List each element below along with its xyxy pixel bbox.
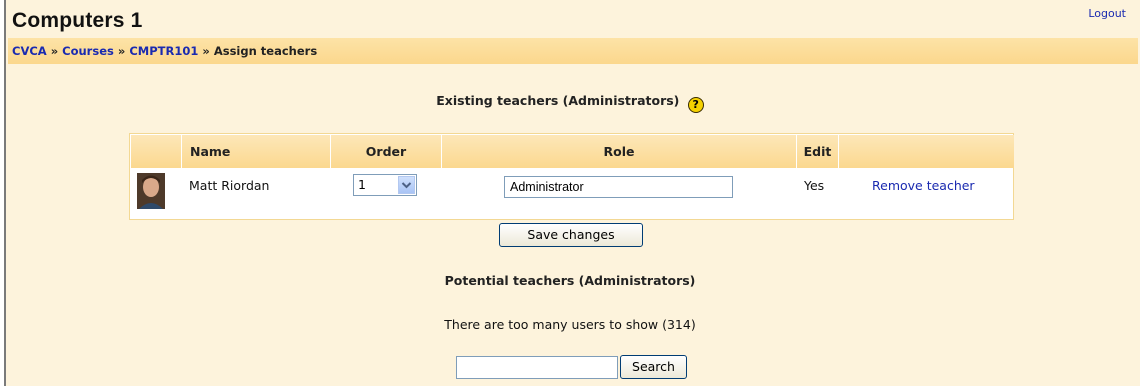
- avatar: [137, 173, 165, 209]
- breadcrumb-current: Assign teachers: [213, 44, 318, 58]
- search-button[interactable]: Search: [620, 355, 687, 379]
- avatar-photo: [137, 173, 165, 209]
- teacher-name: Matt Riordan: [189, 178, 270, 193]
- help-icon[interactable]: ?: [687, 97, 704, 113]
- existing-teachers-title: Existing teachers (Administrators): [436, 93, 680, 108]
- header-name: Name: [182, 135, 331, 168]
- breadcrumb-course[interactable]: CMPTR101: [129, 44, 198, 58]
- edit-value: Yes: [804, 178, 825, 193]
- site-title: Computers 1: [12, 9, 143, 32]
- header-picture-cell: [131, 135, 182, 168]
- breadcrumb-cvca[interactable]: CVCA: [12, 44, 47, 58]
- too-many-users-message: There are too many users to show (314): [444, 317, 696, 332]
- role-input[interactable]: [504, 176, 733, 198]
- header-role: Role: [442, 135, 797, 168]
- remove-teacher-link[interactable]: Remove teacher: [872, 178, 975, 193]
- save-changes-button[interactable]: Save changes: [499, 223, 643, 247]
- logout-link[interactable]: Logout: [1088, 7, 1126, 20]
- breadcrumb-courses[interactable]: Courses: [62, 44, 114, 58]
- potential-teachers-heading: Potential teachers (Administrators): [444, 273, 696, 288]
- breadcrumb: CVCA » Courses » CMPTR101 » Assign teach…: [12, 44, 317, 58]
- order-select[interactable]: 1: [353, 174, 417, 196]
- chevron-down-icon[interactable]: [398, 176, 415, 194]
- breadcrumb-separator: »: [202, 44, 210, 58]
- page: Computers 1 Logout CVCA » Courses » CMPT…: [0, 0, 1140, 386]
- existing-teachers-table: Name Order Role Edit Matt Riordan 1 Admi…: [129, 133, 1014, 220]
- order-selected-value: 1: [358, 177, 366, 192]
- breadcrumb-separator: »: [50, 44, 59, 58]
- breadcrumb-separator: »: [117, 44, 126, 58]
- search-input[interactable]: [456, 356, 618, 379]
- header-order: Order: [331, 135, 442, 168]
- table-header-row: Name Order Role Edit: [131, 135, 1014, 168]
- header-actions-cell: [839, 135, 1014, 168]
- existing-teachers-heading: Existing teachers (Administrators) ?: [0, 93, 1140, 113]
- header-edit: Edit: [797, 135, 839, 168]
